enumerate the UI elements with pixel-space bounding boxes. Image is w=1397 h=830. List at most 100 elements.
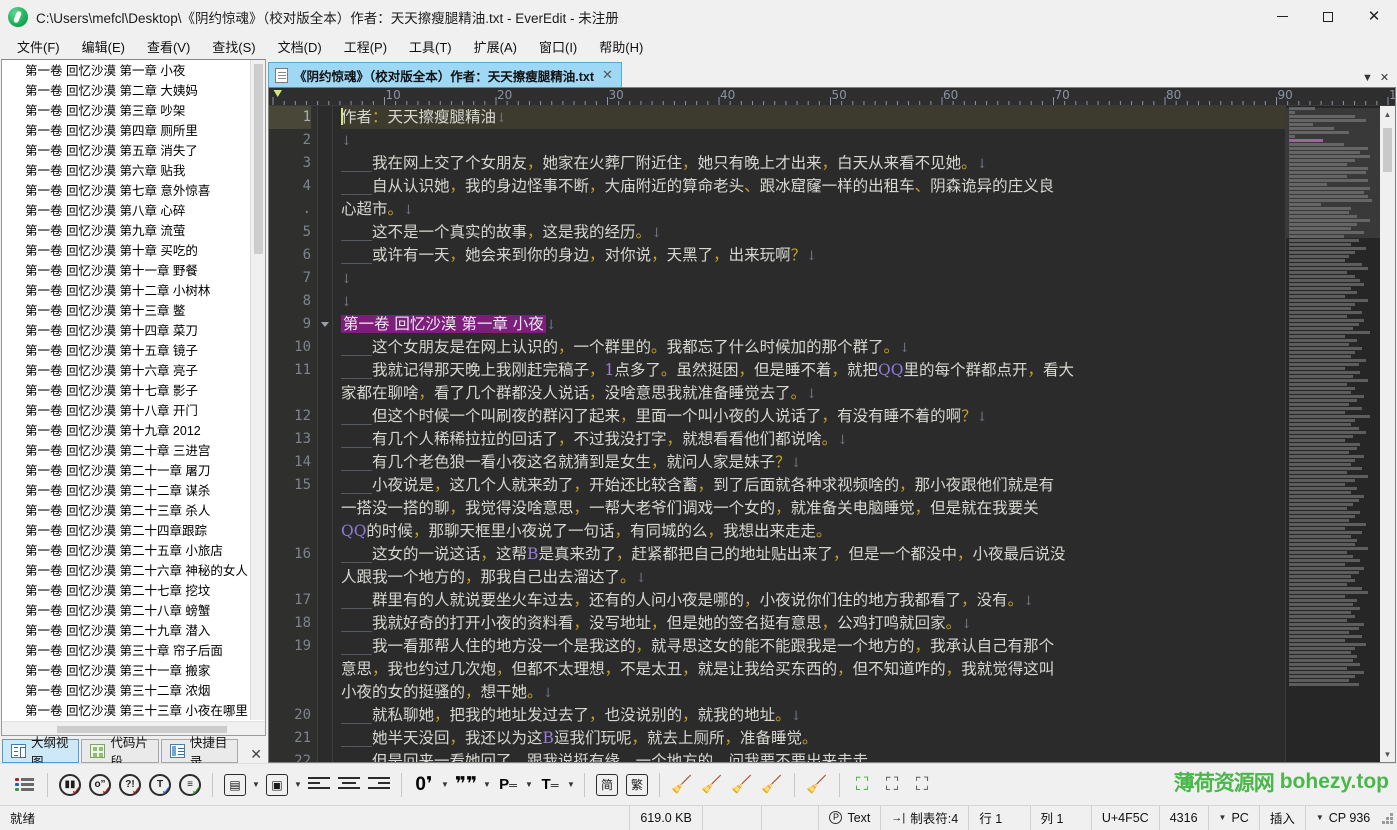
outline-list[interactable]: 第一卷 回忆沙漠 第一章 小夜 第一卷 回忆沙漠 第二章 大姨妈 第一卷 回忆沙漠 … — [2, 60, 265, 721]
outline-item[interactable]: 第一卷 回忆沙漠 第十九章 2012 — [2, 421, 265, 441]
menu-extensions[interactable]: 扩展(A) — [463, 34, 528, 59]
menu-tools[interactable]: 工具(T) — [398, 34, 463, 59]
toolbox-icon[interactable]: ▣ — [262, 770, 292, 800]
outline-item[interactable]: 第一卷 回忆沙漠 第十二章 小树林 — [2, 281, 265, 301]
replace-1-icon[interactable]: ⛶ — [847, 770, 877, 800]
text-format-icon[interactable]: T═ — [535, 770, 565, 800]
editor-line[interactable]: 作者：天天擦瘦腿精油↓ — [341, 106, 1285, 129]
outline-item[interactable]: 第一卷 回忆沙漠 第十一章 野餐 — [2, 261, 265, 281]
outline-item[interactable]: 第一卷 回忆沙漠 第二十四章跟踪 — [2, 521, 265, 541]
scroll-up-arrow-icon[interactable]: ▲ — [1380, 106, 1395, 122]
editor-line[interactable]: 家都在聊啥，看了几个群都没人说话，没啥意思我就准备睡觉去了。↓ — [341, 382, 1285, 405]
indent-decrease-icon[interactable] — [304, 770, 334, 800]
tab-quick-directory[interactable]: 快捷目录 — [160, 736, 239, 769]
outline-item[interactable]: 第一卷 回忆沙漠 第六章 贴我 — [2, 161, 265, 181]
clean-w-icon[interactable]: 🧹 — [802, 770, 832, 800]
outline-item[interactable]: 第一卷 回忆沙漠 第二十二章 谋杀 — [2, 481, 265, 501]
menu-view[interactable]: 查看(V) — [136, 34, 201, 59]
outline-item[interactable]: 第一卷 回忆沙漠 第十三章 鳖 — [2, 301, 265, 321]
outline-item[interactable]: 第一卷 回忆沙漠 第十五章 镜子 — [2, 341, 265, 361]
outline-item[interactable]: 第一卷 回忆沙漠 第五章 消失了 — [2, 141, 265, 161]
menu-project[interactable]: 工程(P) — [333, 34, 398, 59]
tab-outline-view[interactable]: 大纲视图 — [2, 736, 80, 769]
outline-item[interactable]: 第一卷 回忆沙漠 第二十九章 潜入 — [2, 621, 265, 641]
editor-line[interactable]: 小夜的女的挺骚的，想干她。↓ — [341, 681, 1285, 704]
quote-double-dropdown-icon[interactable]: ▼ — [481, 770, 493, 800]
outline-item[interactable]: 第一卷 回忆沙漠 第二十三章 杀人 — [2, 501, 265, 521]
editor-line[interactable]: ____我在网上交了个女朋友，她家在火葬厂附近住，她只有晚上才出来，白天从来看不… — [341, 152, 1285, 175]
outline-horizontal-thumb[interactable] — [57, 726, 227, 733]
status-eol[interactable]: ▼ PC — [1209, 805, 1260, 830]
menu-help[interactable]: 帮助(H) — [588, 34, 654, 59]
menu-document[interactable]: 文档(D) — [267, 34, 333, 59]
clean-s-icon[interactable]: 🧹 — [667, 770, 697, 800]
outline-vertical-thumb[interactable] — [254, 64, 263, 254]
replace-2-icon[interactable]: ⛶ — [877, 770, 907, 800]
outline-item[interactable]: 第一卷 回忆沙漠 第二十六章 神秘的女人 — [2, 561, 265, 581]
document-check-icon[interactable]: ▤ — [220, 770, 250, 800]
editor-line[interactable]: ____这女的一说这话，这帮B是真来劲了，赶紧都把自己的地址贴出来了，但是一个都… — [341, 543, 1285, 566]
status-tab-setting[interactable]: →| 制表符:4 — [881, 805, 970, 830]
outline-item[interactable]: 第一卷 回忆沙漠 第十七章 影子 — [2, 381, 265, 401]
outline-item[interactable]: 第一卷 回忆沙漠 第四章 厕所里 — [2, 121, 265, 141]
menu-window[interactable]: 窗口(I) — [528, 34, 588, 59]
outline-item[interactable]: 第一卷 回忆沙漠 第十八章 开门 — [2, 401, 265, 421]
resize-grip-icon[interactable] — [1380, 811, 1394, 825]
editor-line[interactable]: ↓ — [341, 129, 1285, 152]
menu-edit[interactable]: 编辑(E) — [71, 34, 136, 59]
tab-strip-close-icon[interactable]: ✕ — [1377, 71, 1392, 84]
outline-item[interactable]: 第一卷 回忆沙漠 第一章 小夜 — [2, 61, 265, 81]
editor-line[interactable]: ____这不是一个真实的故事，这是我的经历。↓ — [341, 221, 1285, 244]
text-check-icon[interactable]: T ✓ — [145, 770, 175, 800]
editor-line[interactable]: ____我就记得那天晚上我刚赶完稿子，1点多了。虽然挺困，但是睡不着，就把QQ里… — [341, 359, 1285, 382]
outline-item[interactable]: 第一卷 回忆沙漠 第十六章 亮子 — [2, 361, 265, 381]
editor-line[interactable]: 意思，我也约过几次炮，但都不太理想，不是太丑，就是让我给买东西的，但不知道咋的，… — [341, 658, 1285, 681]
outline-item[interactable]: 第一卷 回忆沙漠 第三十三章 小夜在哪里 — [2, 701, 265, 721]
editor-scroll-thumb[interactable] — [1383, 128, 1392, 172]
editor-line[interactable]: ____小夜说是，这几个人就来劲了，开始还比较含蓄，到了后面就各种求视频啥的，那… — [341, 474, 1285, 497]
editor-line[interactable]: ____但这个时候一个叫刷夜的群闪了起来，里面一个叫小夜的人说话了，有没有睡不着… — [341, 405, 1285, 428]
clean-r-icon[interactable]: 🧹 — [697, 770, 727, 800]
editor-line[interactable]: ____我就好奇的打开小夜的资料看，没写地址，但是她的签名挺有意思，公鸡打鸣就回… — [341, 612, 1285, 635]
status-insert-mode[interactable]: 插入 — [1260, 805, 1306, 830]
toolbox-dropdown-icon[interactable]: ▼ — [292, 770, 304, 800]
code-fold-column[interactable] — [317, 106, 333, 762]
list-format-icon[interactable] — [10, 770, 40, 800]
scroll-down-arrow-icon[interactable]: ▼ — [1380, 746, 1395, 762]
tab-code-snippet[interactable]: 代码片段 — [81, 736, 159, 769]
replace-3-icon[interactable]: ⛶ — [907, 770, 937, 800]
text-format-dropdown-icon[interactable]: ▼ — [565, 770, 577, 800]
outline-item[interactable]: 第一卷 回忆沙漠 第七章 意外惊喜 — [2, 181, 265, 201]
document-tab[interactable]: 《阴约惊魂》（校对版全本）作者：天天擦瘦腿精油.txt ✕ — [268, 62, 622, 87]
menu-file[interactable]: 文件(F) — [6, 34, 71, 59]
outline-item[interactable]: 第一卷 回忆沙漠 第八章 心碎 — [2, 201, 265, 221]
editor-line[interactable]: ____自从认识她，我的身边怪事不断，大庙附近的算命老头、跟冰窟窿一样的出租车、… — [341, 175, 1285, 198]
editor-line[interactable]: ____或许有一天，她会来到你的身边，对你说，天黑了，出来玩啊？↓ — [341, 244, 1285, 267]
editor-line[interactable]: 人跟我一个地方的，那我自己出去溜达了。↓ — [341, 566, 1285, 589]
chart-check-icon[interactable]: ▮▮ ✓ — [55, 770, 85, 800]
outline-vertical-scrollbar[interactable] — [250, 60, 265, 720]
punctuation-check-icon[interactable]: ?! ✓ — [115, 770, 145, 800]
editor-line[interactable]: 一搭没一搭的聊，我觉得没啥意思，一帮大老爷们调戏一个女的，就准备关电脑睡觉，但是… — [341, 497, 1285, 520]
editor-line[interactable]: 第一卷 回忆沙漠 第一章 小夜 ↓ — [341, 313, 1285, 336]
outline-item[interactable]: 第一卷 回忆沙漠 第三章 吵架 — [2, 101, 265, 121]
editor-line[interactable]: ____但是回来一看她回了，跟我说挺有缘，一个地方的，问我要不要出来走走。 — [341, 750, 1285, 762]
editor-line[interactable]: ____有几个老色狼一看小夜这名就猜到是女生，就问人家是妹子？↓ — [341, 451, 1285, 474]
outline-item[interactable]: 第一卷 回忆沙漠 第二十一章 屠刀 — [2, 461, 265, 481]
clean-h-icon[interactable]: 🧹 — [727, 770, 757, 800]
traditional-chinese-icon[interactable]: 繁 — [622, 770, 652, 800]
close-button[interactable]: ✕ — [1351, 0, 1397, 33]
outline-item[interactable]: 第一卷 回忆沙漠 第三十二章 浓烟 — [2, 681, 265, 701]
outline-item[interactable]: 第一卷 回忆沙漠 第十章 买吃的 — [2, 241, 265, 261]
outline-item[interactable]: 第一卷 回忆沙漠 第二章 大姨妈 — [2, 81, 265, 101]
paragraph-format-icon[interactable]: P═ — [493, 770, 523, 800]
editor-line[interactable]: ____这个女朋友是在网上认识的，一个群里的。我都忘了什么时候加的那个群了。↓ — [341, 336, 1285, 359]
paragraph-format-dropdown-icon[interactable]: ▼ — [523, 770, 535, 800]
quote-check-icon[interactable]: o” ✓ — [85, 770, 115, 800]
tab-list-chevron-down-icon[interactable]: ▼ — [1360, 72, 1375, 84]
outline-item[interactable]: 第一卷 回忆沙漠 第三十章 帘子后面 — [2, 641, 265, 661]
editor-vertical-scrollbar[interactable]: ▲ ▼ — [1380, 106, 1395, 762]
outline-item[interactable]: 第一卷 回忆沙漠 第十四章 菜刀 — [2, 321, 265, 341]
quote-single-dropdown-icon[interactable]: ▼ — [439, 770, 451, 800]
document-check-dropdown-icon[interactable]: ▼ — [250, 770, 262, 800]
